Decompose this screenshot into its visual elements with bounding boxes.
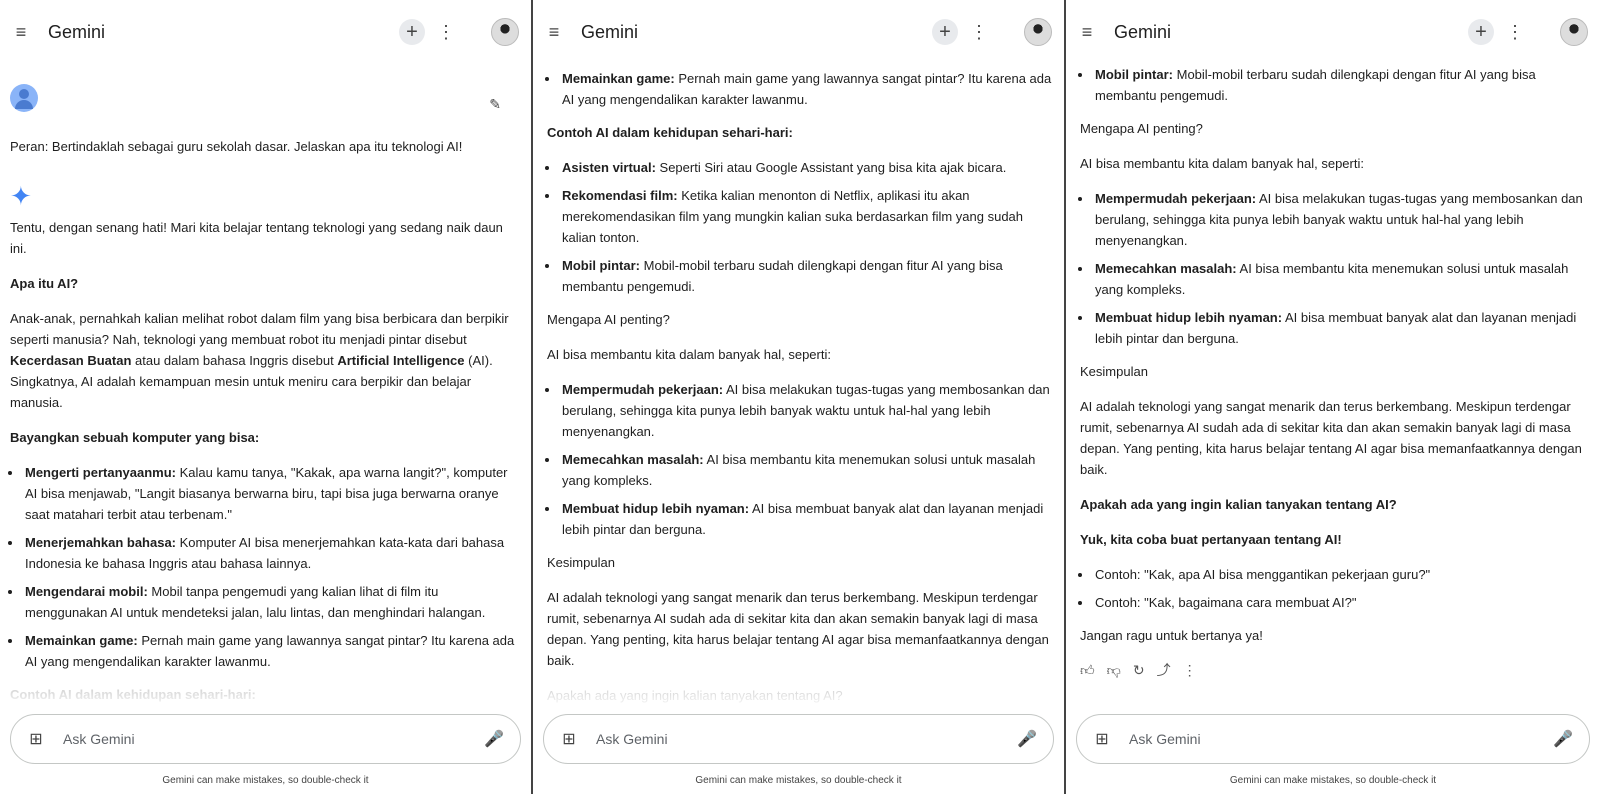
intro-text: Tentu, dengan senang hati! Mari kita bel… [10,220,503,256]
mengapa-intro: AI bisa membantu kita dalam banyak hal, … [547,347,831,362]
input-placeholder[interactable]: Ask Gemini [1129,731,1553,747]
plus-icon: + [1475,20,1487,43]
pencil-icon[interactable]: ✎ [489,94,501,115]
mic-icon[interactable]: 🎤 [1017,729,1037,749]
app-title: Gemini [48,21,106,42]
header: ≡ Gemini + ⋮ [533,0,1064,64]
input-placeholder[interactable]: Ask Gemini [596,731,1017,747]
list-item: Memecahkan masalah: AI bisa membantu kit… [560,449,1052,491]
heading-apakah: Apakah ada yang ingin kalian tanyakan te… [1080,497,1397,512]
paragraph-apa: Anak-anak, pernahkah kalian melihat robo… [10,311,509,410]
chat-panel-1: ≡ Gemini + ⋮ ✎ Peran: Bertindaklah sebag… [0,0,533,794]
list-bayangkan: Mengerti pertanyaanmu: Kalau kamu tanya,… [23,462,519,672]
sparkle-icon: ✦ [10,181,32,211]
profile-avatar[interactable] [491,18,519,46]
chat-panel-2: ≡ Gemini + ⋮ Memainkan game: Pernah main… [533,0,1066,794]
menu-icon[interactable]: ≡ [10,21,32,43]
prompt-input[interactable]: ⊞ Ask Gemini 🎤 [10,714,521,764]
heading-apa: Apa itu AI? [10,276,79,291]
share-icon[interactable]: ⤴ [1157,660,1171,681]
list-item: Mobil pintar: Mobil-mobil terbaru sudah … [1093,64,1588,106]
thumb-down-icon[interactable]: 👎︎ [1107,660,1121,681]
conversation[interactable]: Mobil pintar: Mobil-mobil terbaru sudah … [1066,64,1600,710]
profile-avatar[interactable] [1024,18,1052,46]
list-item: Rekomendasi film: Ketika kalian menonton… [560,185,1052,248]
heading-kesimpulan: Kesimpulan [547,555,615,570]
disclaimer: Gemini can make mistakes, so double-chec… [162,775,369,786]
list-item: Mobil pintar: Mobil-mobil terbaru sudah … [560,255,1052,297]
header: ≡ Gemini + ⋮ [0,0,531,64]
list-item: Membuat hidup lebih nyaman: AI bisa memb… [560,498,1052,540]
response-actions: 👍︎ 👎︎ ↻ ⤴ ⋮ [1080,660,1588,681]
chat-panel-3: ≡ Gemini + ⋮ Mobil pintar: Mobil-mobil t… [1066,0,1600,794]
list-yuk: Contoh: "Kak, apa AI bisa menggantikan p… [1093,564,1588,613]
add-image-icon[interactable]: ⊞ [27,730,45,748]
app-title: Gemini [581,21,639,42]
list-item: Mempermudah pekerjaan: AI bisa melakukan… [560,379,1052,442]
list-item: Contoh: "Kak, apa AI bisa menggantikan p… [1093,564,1588,585]
closing-text: Jangan ragu untuk bertanya ya! [1080,628,1263,643]
new-chat-button[interactable]: + [932,19,958,45]
regenerate-icon[interactable]: ↻ [1133,660,1145,681]
profile-avatar[interactable] [1560,18,1588,46]
plus-icon: + [939,20,951,43]
more-vert-icon[interactable]: ⋮ [1183,660,1197,681]
input-placeholder[interactable]: Ask Gemini [63,731,484,747]
mic-icon[interactable]: 🎤 [484,729,504,749]
list-item: Mempermudah pekerjaan: AI bisa melakukan… [1093,188,1588,251]
mengapa-intro: AI bisa membantu kita dalam banyak hal, … [1080,156,1364,171]
more-vert-icon[interactable]: ⋮ [970,19,988,45]
new-chat-button[interactable]: + [399,19,425,45]
list-item: Membuat hidup lebih nyaman: AI bisa memb… [1093,307,1588,349]
thumb-up-icon[interactable]: 👍︎ [1080,660,1095,681]
list-contoh: Asisten virtual: Seperti Siri atau Googl… [560,157,1052,297]
list-item: Memainkan game: Pernah main game yang la… [23,630,519,672]
kesimpulan-text: AI adalah teknologi yang sangat menarik … [547,590,1049,668]
conversation[interactable]: ✎ Peran: Bertindaklah sebagai guru sekol… [0,64,531,710]
add-image-icon[interactable]: ⊞ [560,730,578,748]
heading-mengapa: Mengapa AI penting? [547,312,670,327]
prompt-input[interactable]: ⊞ Ask Gemini 🎤 [1076,714,1590,764]
list-item: Asisten virtual: Seperti Siri atau Googl… [560,157,1052,178]
prompt-input[interactable]: ⊞ Ask Gemini 🎤 [543,714,1054,764]
heading-yuk: Yuk, kita coba buat pertanyaan tentang A… [1080,532,1342,547]
list-mengapa: Mempermudah pekerjaan: AI bisa melakukan… [560,379,1052,540]
list-item: Mengerti pertanyaanmu: Kalau kamu tanya,… [23,462,519,525]
disclaimer: Gemini can make mistakes, so double-chec… [1229,775,1437,786]
menu-icon[interactable]: ≡ [543,21,565,43]
list-contoh-continued: Mobil pintar: Mobil-mobil terbaru sudah … [1093,64,1588,106]
mic-icon[interactable]: 🎤 [1553,729,1573,749]
list-mengapa: Mempermudah pekerjaan: AI bisa melakukan… [1093,188,1588,349]
plus-icon: + [406,20,418,43]
list-bayangkan-continued: Memainkan game: Pernah main game yang la… [560,68,1052,110]
list-item: Mengendarai mobil: Mobil tanpa pengemudi… [23,581,519,623]
more-vert-icon[interactable]: ⋮ [1506,19,1524,45]
disclaimer: Gemini can make mistakes, so double-chec… [695,775,902,786]
new-chat-button[interactable]: + [1468,19,1494,45]
add-image-icon[interactable]: ⊞ [1093,730,1111,748]
list-item: Contoh: "Kak, bagaimana cara membuat AI?… [1093,592,1588,613]
heading-bayangkan: Bayangkan sebuah komputer yang bisa: [10,430,260,445]
header: ≡ Gemini + ⋮ [1066,0,1600,64]
user-avatar-icon [10,84,38,112]
heading-kesimpulan: Kesimpulan [1080,364,1148,379]
list-item: Menerjemahkan bahasa: Komputer AI bisa m… [23,532,519,574]
conversation[interactable]: Memainkan game: Pernah main game yang la… [533,64,1064,710]
list-item: Memainkan game: Pernah main game yang la… [560,68,1052,110]
user-prompt: Peran: Bertindaklah sebagai guru sekolah… [10,139,463,154]
heading-contoh: Contoh AI dalam kehidupan sehari-hari: [547,125,793,140]
app-title: Gemini [1114,21,1172,42]
list-item: Memecahkan masalah: AI bisa membantu kit… [1093,258,1588,300]
menu-icon[interactable]: ≡ [1076,21,1098,43]
heading-mengapa: Mengapa AI penting? [1080,121,1203,136]
kesimpulan-text: AI adalah teknologi yang sangat menarik … [1080,399,1582,477]
more-vert-icon[interactable]: ⋮ [437,19,455,45]
